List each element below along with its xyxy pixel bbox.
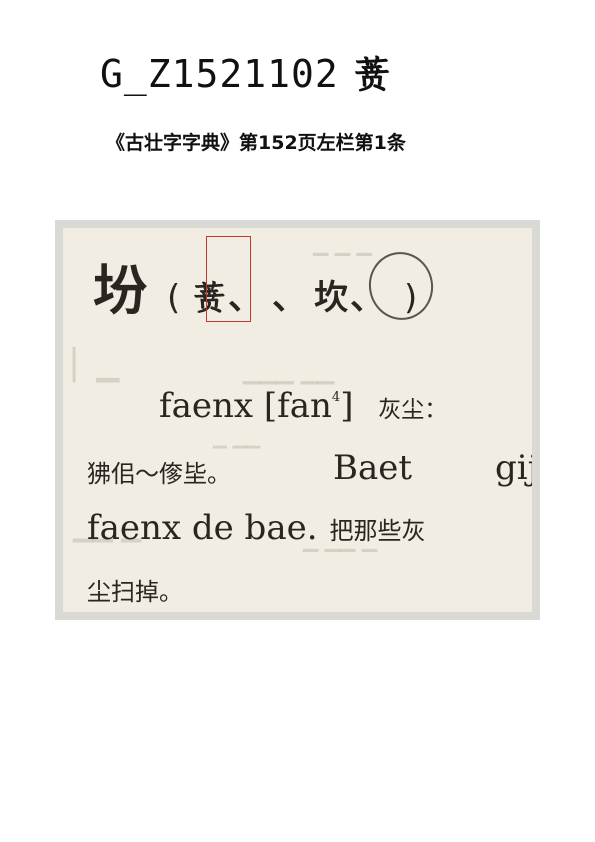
example-line: 狒佀～偧坒。 Baet gij <box>87 454 231 489</box>
example-line: faenx de bae. 把那些灰 <box>87 508 426 548</box>
ipa-open: [fan <box>264 386 332 426</box>
source-citation: 《古壮字字典》第152页左栏第1条 <box>106 128 406 155</box>
paren-open: ( <box>167 278 180 318</box>
entry-headword: 坋 <box>93 246 147 325</box>
dictionary-scan: ▁ ▁ ▁ ▏▁ ▁▁▁ ▁▁ ▁ ▁▁ ▁▁ ▁ ▁ ▁▁ ▁ 坋 ( 𰱟、 𰭪… <box>63 228 532 612</box>
tone-number: 4 <box>332 390 340 405</box>
variant-separator: 、 <box>272 270 306 319</box>
highlight-box <box>206 236 251 322</box>
target-glyph: 𰱟 <box>353 52 392 96</box>
bleed-through-mark: ▏▁ <box>73 348 119 383</box>
entry-code: G_Z1521102 <box>100 52 339 96</box>
example-zhuang-3: faenx de bae. <box>87 508 318 548</box>
bleed-through-mark: ▁ ▁ ▁ <box>313 232 372 256</box>
translation-part-2: 尘扫掉。 <box>87 572 183 607</box>
bleed-through-mark: ▁ ▁▁ <box>213 428 260 449</box>
ipa-close: ] <box>340 386 353 426</box>
variant-glyph: 坎 <box>314 270 348 319</box>
dictionary-scan-frame: ▁ ▁ ▁ ▏▁ ▁▁▁ ▁▁ ▁ ▁▁ ▁▁ ▁ ▁ ▁▁ ▁ 坋 ( 𰱟、 𰭪… <box>55 220 540 620</box>
gloss: 灰尘： <box>378 397 447 423</box>
romanization: faenx <box>159 386 253 426</box>
bleed-through-mark: ▁▁▁ ▁▁ <box>243 360 335 385</box>
pronunciation-line: faenx [fan4] 灰尘： <box>159 386 447 426</box>
example-zhuang-1: Baet <box>333 448 412 488</box>
example-zhuang-2: gij <box>495 448 532 488</box>
translation-part-1: 把那些灰 <box>330 517 426 545</box>
example-sawndip: 狒佀～偧坒。 <box>87 460 231 488</box>
entry-code-title: G_Z1521102 𰱟 <box>100 52 392 97</box>
